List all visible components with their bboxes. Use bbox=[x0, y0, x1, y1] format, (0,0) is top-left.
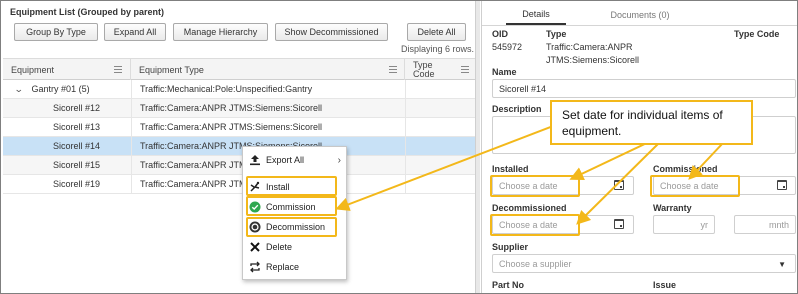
app-window: Equipment List (Grouped by parent) Group… bbox=[0, 0, 798, 294]
name-field[interactable]: Sicorell #14 bbox=[492, 79, 796, 98]
group-by-type-button[interactable]: Group By Type bbox=[14, 23, 98, 41]
group-type: Traffic:Mechanical:Pole:Unspecified:Gant… bbox=[131, 80, 405, 98]
table-row[interactable]: Sicorell #13 Traffic:Camera:ANPR JTMS:Si… bbox=[3, 118, 475, 137]
annotation-callout: Set date for individual items of equipme… bbox=[550, 100, 753, 145]
chevron-down-icon[interactable]: ⌄ bbox=[14, 84, 24, 95]
tab-details[interactable]: Details bbox=[506, 5, 566, 25]
group-label: Gantry #01 (5) bbox=[31, 84, 90, 94]
group-row[interactable]: ⌄ Gantry #01 (5) Traffic:Mechanical:Pole… bbox=[3, 80, 475, 99]
column-header-type-code[interactable]: Type Code bbox=[405, 59, 475, 80]
commissioned-highlight bbox=[650, 175, 740, 197]
table-row-selected[interactable]: Sicorell #14 Traffic:Camera:ANPR JTMS:Si… bbox=[3, 137, 475, 156]
issue-label: Issue bbox=[653, 280, 677, 290]
installed-highlight bbox=[490, 175, 580, 197]
show-decommissioned-button[interactable]: Show Decommissioned bbox=[275, 23, 388, 41]
details-panel: Details Documents (0) OID 545972 Type Tr… bbox=[481, 1, 797, 293]
supplier-select[interactable]: Choose a supplier ▼ bbox=[492, 254, 796, 273]
grid-header: Equipment Equipment Type Type Code bbox=[3, 58, 475, 80]
manage-hierarchy-button[interactable]: Manage Hierarchy bbox=[173, 23, 268, 41]
type-value-line2: JTMS:Siemens:Sicorell bbox=[546, 55, 640, 65]
supplier-label: Supplier bbox=[492, 242, 529, 252]
decommission-highlight bbox=[246, 217, 337, 237]
type-code-label: Type Code bbox=[734, 29, 780, 39]
commissioned-label: Commissioned bbox=[653, 164, 718, 174]
column-menu-icon[interactable] bbox=[389, 66, 397, 73]
menu-item-delete[interactable]: Delete bbox=[249, 238, 341, 256]
warranty-label: Warranty bbox=[653, 203, 692, 213]
column-header-equipment-type[interactable]: Equipment Type bbox=[131, 59, 405, 80]
column-header-equipment[interactable]: Equipment bbox=[3, 59, 131, 80]
name-label: Name bbox=[492, 67, 517, 77]
commission-highlight bbox=[246, 196, 337, 216]
type-value-line1: Traffic:Camera:ANPR bbox=[546, 42, 633, 52]
column-menu-icon[interactable] bbox=[461, 66, 469, 73]
type-label: Type bbox=[546, 29, 567, 39]
delete-all-button[interactable]: Delete All bbox=[407, 23, 466, 41]
column-menu-icon[interactable] bbox=[114, 66, 122, 73]
dropdown-arrow-icon[interactable]: ▼ bbox=[778, 260, 786, 269]
decommissioned-highlight bbox=[490, 214, 580, 236]
table-row[interactable]: Sicorell #19 Traffic:Camera:ANPR JTMS:Si… bbox=[3, 175, 475, 194]
calendar-icon[interactable] bbox=[614, 180, 624, 190]
table-row[interactable]: Sicorell #15 Traffic:Camera:ANPR JTMS:Si… bbox=[3, 156, 475, 175]
warranty-months-field[interactable]: mnth bbox=[734, 215, 796, 234]
table-row[interactable]: Sicorell #12 Traffic:Camera:ANPR JTMS:Si… bbox=[3, 99, 475, 118]
warranty-years-field[interactable]: yr bbox=[653, 215, 715, 234]
chevron-right-icon: › bbox=[337, 154, 341, 166]
oid-value: 545972 bbox=[492, 42, 523, 52]
menu-item-replace[interactable]: Replace bbox=[249, 258, 341, 276]
expand-all-button[interactable]: Expand All bbox=[104, 23, 166, 41]
installed-label: Installed bbox=[492, 164, 529, 174]
calendar-icon[interactable] bbox=[777, 180, 787, 190]
replace-icon bbox=[249, 261, 261, 273]
equipment-list-panel: Equipment List (Grouped by parent) Group… bbox=[1, 1, 480, 293]
tab-documents[interactable]: Documents (0) bbox=[600, 5, 680, 25]
menu-item-export-all[interactable]: Export All › bbox=[249, 151, 341, 169]
x-icon bbox=[249, 241, 261, 253]
calendar-icon[interactable] bbox=[614, 219, 624, 229]
export-icon bbox=[249, 154, 261, 166]
decommissioned-label: Decommissioned bbox=[492, 203, 567, 213]
panel-title: Equipment List (Grouped by parent) bbox=[10, 7, 165, 17]
vertical-scrollbar[interactable] bbox=[475, 1, 480, 293]
oid-label: OID bbox=[492, 29, 509, 39]
row-count: Displaying 6 rows. bbox=[401, 44, 475, 54]
install-highlight bbox=[246, 176, 337, 196]
part-no-label: Part No bbox=[492, 280, 525, 290]
description-label: Description bbox=[492, 104, 542, 114]
